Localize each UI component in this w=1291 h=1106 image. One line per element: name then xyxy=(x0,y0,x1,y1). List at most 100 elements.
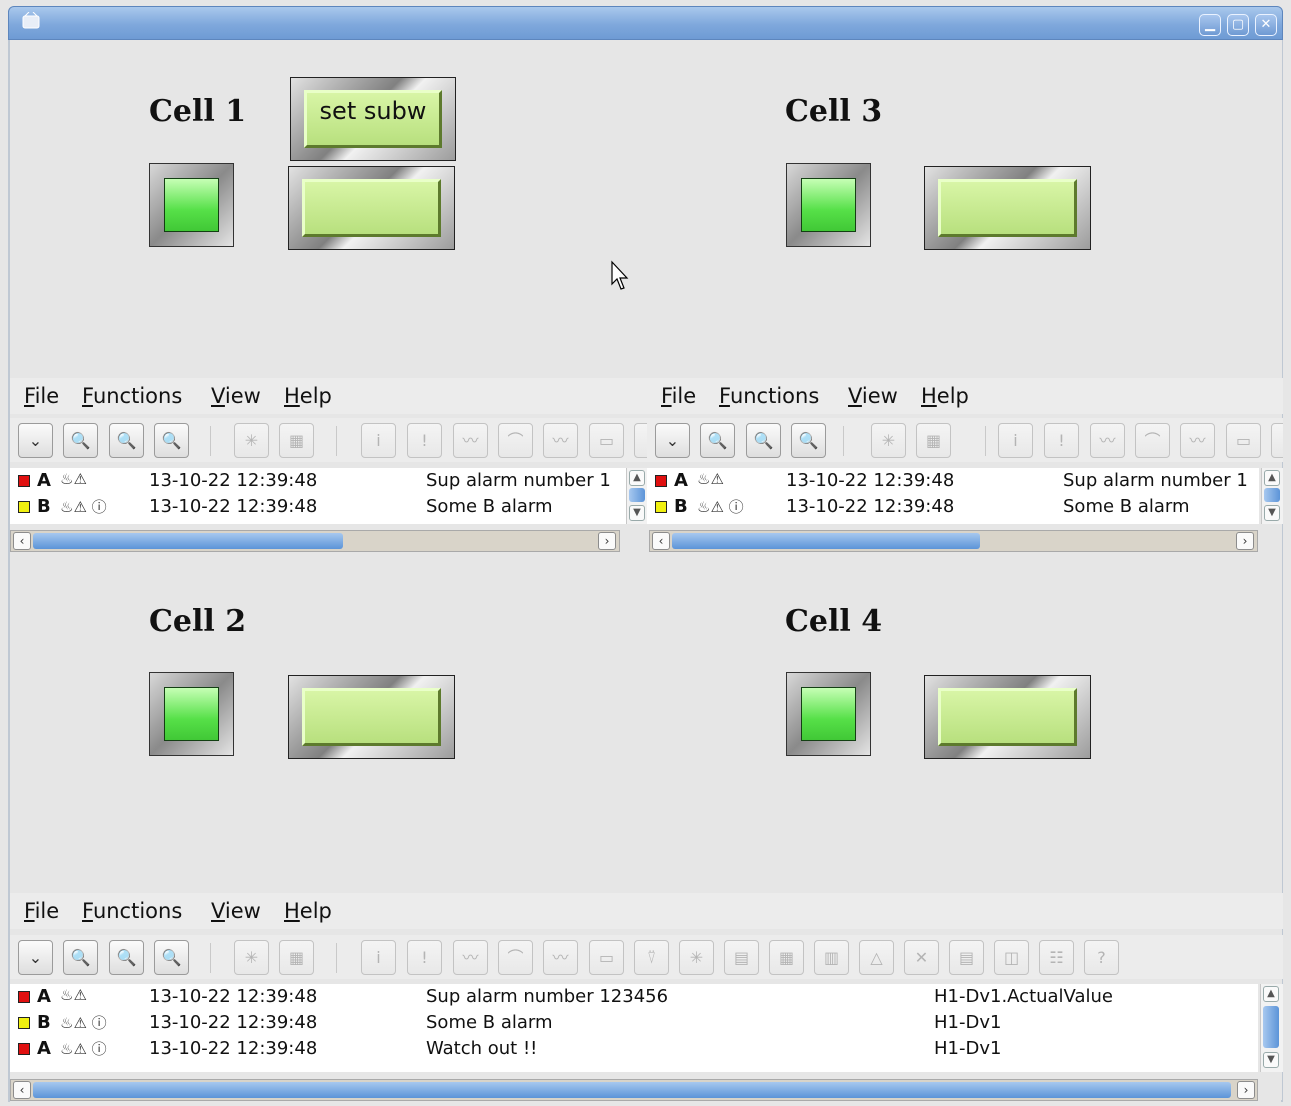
set-subw-button-label: set subw xyxy=(304,90,442,148)
graph-icon[interactable]: ▦ xyxy=(769,940,804,975)
display-icon[interactable]: ▭ xyxy=(589,423,624,458)
zoom-in-icon[interactable]: 🔍 xyxy=(700,423,735,458)
menu-functions[interactable]: Functions xyxy=(82,384,182,408)
scroll-right-icon[interactable]: › xyxy=(1236,532,1254,550)
menu-view[interactable]: View xyxy=(211,384,261,408)
scroll-up-icon[interactable]: ▲ xyxy=(1264,470,1280,486)
prio-a-square xyxy=(18,475,30,487)
table-row[interactable]: A ♨⚠ ⓘ 13-10-22 12:39:48 Watch out !! H1… xyxy=(10,1036,1258,1062)
scroll-down-icon[interactable]: ▼ xyxy=(1264,505,1280,521)
expand-icon[interactable]: ⌄ xyxy=(655,423,690,458)
navigator-icon[interactable]: ✳ xyxy=(871,423,906,458)
history-icon[interactable]: ⌒ xyxy=(1135,423,1170,458)
info-icon[interactable]: i xyxy=(998,423,1033,458)
pane2-vscroll[interactable]: ▲ ▼ xyxy=(1261,468,1283,524)
close-button[interactable]: ✕ xyxy=(1255,14,1277,36)
alarm-status-icon: ♨⚠ xyxy=(697,470,724,488)
pane1-hscroll[interactable]: ‹ › xyxy=(10,530,620,552)
acknowledge-icon[interactable]: ! xyxy=(407,940,442,975)
filter-icon[interactable]: ⍢ xyxy=(634,940,669,975)
set-subw-button[interactable]: set subw xyxy=(290,77,456,161)
block-icon[interactable]: ✕ xyxy=(904,940,939,975)
help-icon[interactable]: ? xyxy=(1084,940,1119,975)
list-icon[interactable]: ▤ xyxy=(949,940,984,975)
pane3-vscroll[interactable]: ▲ ▼ xyxy=(1260,984,1283,1072)
navigator-icon[interactable]: ✳ xyxy=(234,423,269,458)
info-icon[interactable]: i xyxy=(361,940,396,975)
pane3-hscroll[interactable]: ‹ › xyxy=(10,1079,1258,1101)
zoom-icon[interactable]: 🔍 xyxy=(109,940,144,975)
cell-1-button[interactable] xyxy=(288,166,455,250)
zoom-in-icon[interactable]: 🔍 xyxy=(63,423,98,458)
list-item[interactable]: B ♨⚠ ⓘ 13-10-22 12:39:48 Some B alarm xyxy=(10,494,626,520)
zoom-reset-icon[interactable]: 🔍 xyxy=(154,940,189,975)
pane2-hscroll[interactable]: ‹ › xyxy=(649,530,1258,552)
warning-icon[interactable]: △ xyxy=(859,940,894,975)
trend-icon[interactable]: 〰 xyxy=(453,940,488,975)
table-icon[interactable]: ☷ xyxy=(1039,940,1074,975)
cell-4-button[interactable] xyxy=(924,675,1091,759)
display-icon[interactable]: ▭ xyxy=(1226,423,1261,458)
doc-icon[interactable]: ▤ xyxy=(724,940,759,975)
menu-functions[interactable]: Functions xyxy=(82,899,182,923)
list-item[interactable]: A ♨⚠ 13-10-22 12:39:48 Sup alarm number … xyxy=(647,468,1259,494)
menu-file[interactable]: File xyxy=(24,384,59,408)
scroll-left-icon[interactable]: ‹ xyxy=(13,1081,31,1099)
cell-3-indicator xyxy=(786,163,871,247)
filter-icon[interactable]: ⍢ xyxy=(1271,423,1283,458)
navigator-icon[interactable]: ✳ xyxy=(234,940,269,975)
pane1-vscroll[interactable]: ▲ ▼ xyxy=(626,468,648,524)
object-graph-icon[interactable]: ▦ xyxy=(279,423,314,458)
expand-icon[interactable]: ⌄ xyxy=(18,423,53,458)
list-item[interactable]: B ♨⚠ ⓘ 13-10-22 12:39:48 Some B alarm xyxy=(647,494,1259,520)
trend-icon[interactable]: 〰 xyxy=(1090,423,1125,458)
scroll-up-icon[interactable]: ▲ xyxy=(629,470,645,486)
zoom-icon[interactable]: 🔍 xyxy=(109,423,144,458)
scroll-left-icon[interactable]: ‹ xyxy=(13,532,31,550)
cell-2-button[interactable] xyxy=(288,675,455,759)
scroll-right-icon[interactable]: › xyxy=(598,532,616,550)
plot-icon[interactable]: ◫ xyxy=(994,940,1029,975)
table-row[interactable]: B ♨⚠ ⓘ 13-10-22 12:39:48 Some B alarm H1… xyxy=(10,1010,1258,1036)
scroll-down-icon[interactable]: ▼ xyxy=(629,505,645,521)
list-item[interactable]: A ♨⚠ 13-10-22 12:39:48 Sup alarm number … xyxy=(10,468,626,494)
fast-curve-icon[interactable]: 〰 xyxy=(543,940,578,975)
menu-file[interactable]: File xyxy=(24,899,59,923)
alarm-status-icon: ♨⚠ ⓘ xyxy=(60,498,107,516)
scroll-up-icon[interactable]: ▲ xyxy=(1263,986,1279,1002)
trend-icon[interactable]: 〰 xyxy=(453,423,488,458)
menu-view[interactable]: View xyxy=(848,384,898,408)
zoom-icon[interactable]: 🔍 xyxy=(746,423,781,458)
filter-icon[interactable]: ⍢ xyxy=(634,423,647,458)
fast-curve-icon[interactable]: 〰 xyxy=(1180,423,1215,458)
acknowledge-icon[interactable]: ! xyxy=(407,423,442,458)
scroll-down-icon[interactable]: ▼ xyxy=(1263,1052,1279,1068)
scroll-left-icon[interactable]: ‹ xyxy=(652,532,670,550)
table-row[interactable]: A ♨⚠ 13-10-22 12:39:48 Sup alarm number … xyxy=(10,984,1258,1010)
object-graph-icon[interactable]: ▦ xyxy=(916,423,951,458)
expand-icon[interactable]: ⌄ xyxy=(18,940,53,975)
object-graph-icon[interactable]: ▦ xyxy=(279,940,314,975)
zoom-reset-icon[interactable]: 🔍 xyxy=(791,423,826,458)
history-icon[interactable]: ⌒ xyxy=(498,940,533,975)
fast-curve-icon[interactable]: 〰 xyxy=(543,423,578,458)
note-icon[interactable]: ▥ xyxy=(814,940,849,975)
scroll-right-icon[interactable]: › xyxy=(1237,1081,1255,1099)
menu-help[interactable]: Help xyxy=(284,384,332,408)
acknowledge-icon[interactable]: ! xyxy=(1044,423,1079,458)
history-icon[interactable]: ⌒ xyxy=(498,423,533,458)
maximize-button[interactable]: ▢ xyxy=(1227,14,1249,36)
menu-help[interactable]: Help xyxy=(284,899,332,923)
display-icon[interactable]: ▭ xyxy=(589,940,624,975)
minimize-button[interactable]: ▁ xyxy=(1199,14,1221,36)
zoom-in-icon[interactable]: 🔍 xyxy=(63,940,98,975)
status-lamp xyxy=(801,178,856,232)
menu-functions[interactable]: Functions xyxy=(719,384,819,408)
info-icon[interactable]: i xyxy=(361,423,396,458)
menu-view[interactable]: View xyxy=(211,899,261,923)
zoom-reset-icon[interactable]: 🔍 xyxy=(154,423,189,458)
menu-file[interactable]: File xyxy=(661,384,696,408)
cell-3-button[interactable] xyxy=(924,166,1091,250)
crossref-icon[interactable]: ✳ xyxy=(679,940,714,975)
menu-help[interactable]: Help xyxy=(921,384,969,408)
